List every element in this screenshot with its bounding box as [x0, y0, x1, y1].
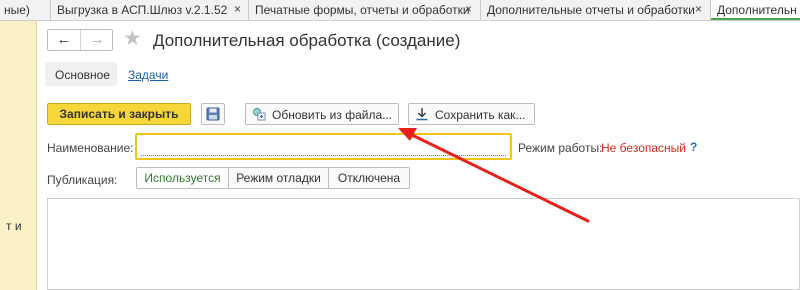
tab-label: Дополнительные отчеты и обработки — [487, 3, 695, 17]
name-input[interactable] — [141, 138, 506, 156]
star-icon[interactable]: ★ — [123, 28, 142, 50]
close-icon[interactable]: × — [234, 2, 241, 16]
tab-label: Дополнительн — [717, 3, 797, 17]
tab-4-active[interactable]: Дополнительн — [711, 0, 800, 20]
tab-label: Печатные формы, отчеты и обработки — [255, 3, 470, 17]
back-arrow-icon[interactable]: ← — [48, 30, 81, 50]
update-from-file-button[interactable]: Обновить из файла... — [245, 103, 399, 125]
publication-option-debug[interactable]: Режим отладки — [229, 168, 329, 188]
download-icon — [416, 108, 428, 121]
update-from-file-label: Обновить из файла... — [272, 108, 393, 122]
publication-label: Публикация: — [47, 173, 118, 187]
publication-option-disabled[interactable]: Отключена — [329, 168, 409, 188]
close-icon[interactable]: × — [465, 2, 472, 16]
subtab-main-label: Основное — [55, 68, 110, 82]
name-field — [135, 133, 512, 160]
mode-value[interactable]: Не безопасный — [601, 141, 686, 155]
history-nav: ← → — [47, 29, 113, 51]
subtab-tasks[interactable]: Задачи — [128, 68, 168, 82]
tab-label: ные) — [4, 3, 30, 17]
save-as-button[interactable]: Сохранить как... — [408, 103, 535, 125]
tab-label: Выгрузка в АСП.Шлюз v.2.1.52 — [57, 3, 228, 17]
name-label: Наименование: — [47, 141, 134, 155]
save-as-label: Сохранить как... — [435, 108, 526, 122]
update-file-icon — [253, 108, 266, 121]
save-button[interactable] — [201, 103, 225, 125]
tab-2[interactable]: Печатные формы, отчеты и обработки × — [249, 0, 481, 20]
tab-1[interactable]: Выгрузка в АСП.Шлюз v.2.1.52 × — [51, 0, 249, 20]
publication-option-used[interactable]: Используется — [137, 168, 229, 188]
tab-strip: ные) Выгрузка в АСП.Шлюз v.2.1.52 × Печа… — [0, 0, 800, 21]
left-panel: т и — [0, 21, 37, 290]
help-icon[interactable]: ? — [690, 140, 697, 154]
left-panel-text-fragment: т и — [6, 219, 22, 233]
description-area[interactable] — [47, 198, 800, 290]
forward-arrow-icon[interactable]: → — [81, 30, 113, 50]
close-icon[interactable]: × — [695, 2, 702, 16]
save-and-close-button[interactable]: Записать и закрыть — [47, 103, 191, 125]
page-title: Дополнительная обработка (создание) — [153, 31, 461, 50]
floppy-disk-icon — [206, 107, 220, 121]
tab-3[interactable]: Дополнительные отчеты и обработки × — [481, 0, 711, 20]
mode-label: Режим работы: — [518, 141, 603, 155]
subtab-main[interactable]: Основное — [45, 62, 117, 86]
tab-0[interactable]: ные) — [0, 0, 51, 20]
publication-switch: Используется Режим отладки Отключена — [136, 167, 410, 189]
